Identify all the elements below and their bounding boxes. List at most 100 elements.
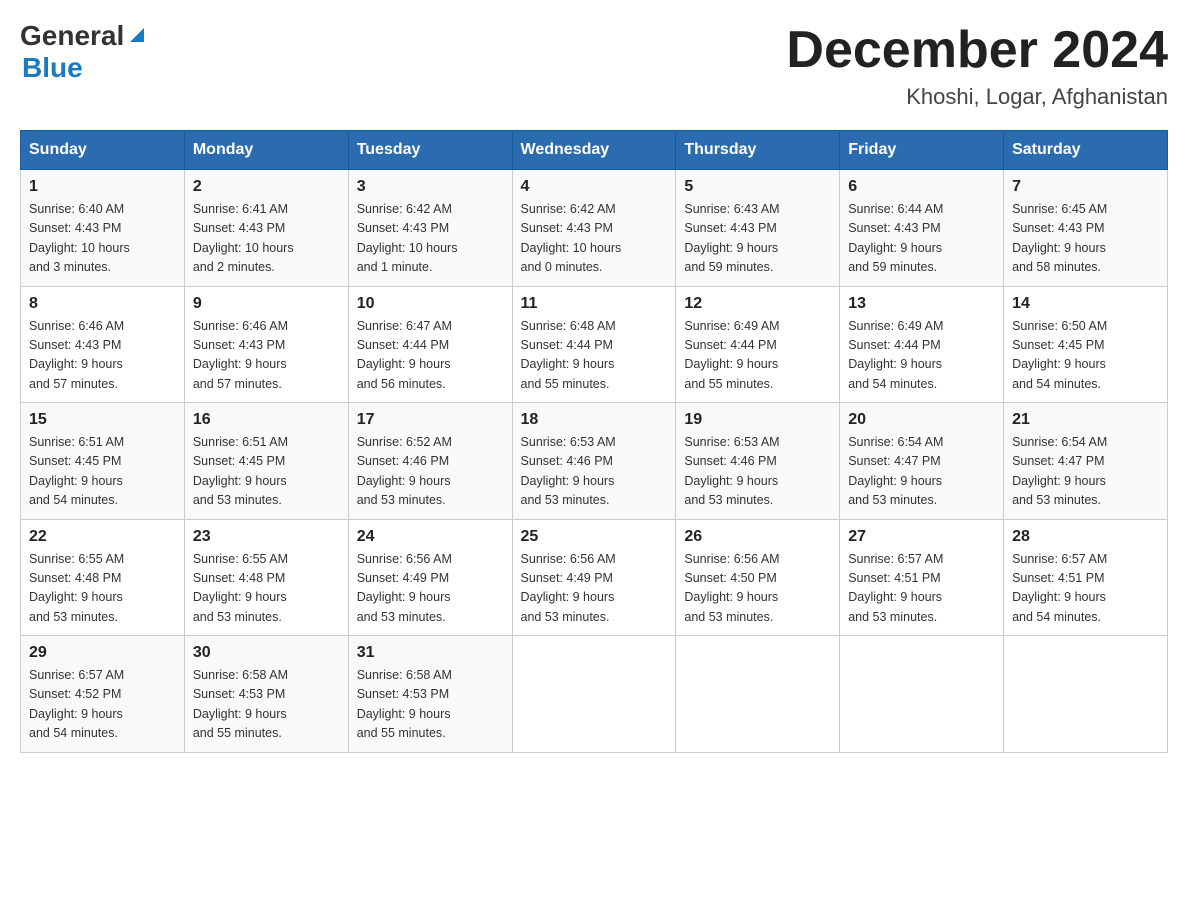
day-number: 23 [193, 528, 340, 546]
col-tuesday: Tuesday [348, 131, 512, 170]
col-thursday: Thursday [676, 131, 840, 170]
table-row: 31 Sunrise: 6:58 AMSunset: 4:53 PMDayligh… [348, 636, 512, 753]
table-row: 3 Sunrise: 6:42 AMSunset: 4:43 PMDaylight… [348, 170, 512, 287]
logo-blue: Blue [22, 52, 83, 83]
table-row: 6 Sunrise: 6:44 AMSunset: 4:43 PMDaylight… [840, 170, 1004, 287]
calendar-week-row: 29 Sunrise: 6:57 AMSunset: 4:52 PMDayligh… [21, 636, 1168, 753]
table-row: 4 Sunrise: 6:42 AMSunset: 4:43 PMDaylight… [512, 170, 676, 287]
day-number: 5 [684, 178, 831, 196]
day-info: Sunrise: 6:50 AMSunset: 4:45 PMDaylight:… [1012, 317, 1159, 395]
table-row: 23 Sunrise: 6:55 AMSunset: 4:48 PMDayligh… [184, 519, 348, 636]
day-number: 29 [29, 644, 176, 662]
day-number: 1 [29, 178, 176, 196]
day-number: 18 [521, 411, 668, 429]
day-info: Sunrise: 6:48 AMSunset: 4:44 PMDaylight:… [521, 317, 668, 395]
table-row: 7 Sunrise: 6:45 AMSunset: 4:43 PMDaylight… [1004, 170, 1168, 287]
day-number: 14 [1012, 295, 1159, 313]
day-number: 9 [193, 295, 340, 313]
day-number: 3 [357, 178, 504, 196]
day-info: Sunrise: 6:40 AMSunset: 4:43 PMDaylight:… [29, 200, 176, 278]
table-row: 20 Sunrise: 6:54 AMSunset: 4:47 PMDayligh… [840, 403, 1004, 520]
day-number: 25 [521, 528, 668, 546]
calendar-table: Sunday Monday Tuesday Wednesday Thursday… [20, 130, 1168, 753]
day-number: 22 [29, 528, 176, 546]
day-number: 10 [357, 295, 504, 313]
day-info: Sunrise: 6:57 AMSunset: 4:51 PMDaylight:… [1012, 550, 1159, 628]
table-row [840, 636, 1004, 753]
table-row: 26 Sunrise: 6:56 AMSunset: 4:50 PMDayligh… [676, 519, 840, 636]
day-number: 6 [848, 178, 995, 196]
day-number: 15 [29, 411, 176, 429]
day-number: 4 [521, 178, 668, 196]
day-number: 28 [1012, 528, 1159, 546]
logo-general: General [20, 20, 124, 52]
logo: General Blue [20, 20, 148, 84]
day-info: Sunrise: 6:58 AMSunset: 4:53 PMDaylight:… [357, 666, 504, 744]
day-info: Sunrise: 6:44 AMSunset: 4:43 PMDaylight:… [848, 200, 995, 278]
day-info: Sunrise: 6:42 AMSunset: 4:43 PMDaylight:… [521, 200, 668, 278]
day-info: Sunrise: 6:55 AMSunset: 4:48 PMDaylight:… [193, 550, 340, 628]
col-wednesday: Wednesday [512, 131, 676, 170]
table-row: 14 Sunrise: 6:50 AMSunset: 4:45 PMDayligh… [1004, 286, 1168, 403]
day-number: 8 [29, 295, 176, 313]
day-number: 26 [684, 528, 831, 546]
day-info: Sunrise: 6:55 AMSunset: 4:48 PMDaylight:… [29, 550, 176, 628]
table-row: 9 Sunrise: 6:46 AMSunset: 4:43 PMDaylight… [184, 286, 348, 403]
day-info: Sunrise: 6:43 AMSunset: 4:43 PMDaylight:… [684, 200, 831, 278]
day-info: Sunrise: 6:49 AMSunset: 4:44 PMDaylight:… [848, 317, 995, 395]
table-row: 15Sunrise: 6:51 AMSunset: 4:45 PMDayligh… [21, 403, 185, 520]
col-friday: Friday [840, 131, 1004, 170]
table-row: 27Sunrise: 6:57 AMSunset: 4:51 PMDayligh… [840, 519, 1004, 636]
day-info: Sunrise: 6:46 AMSunset: 4:43 PMDaylight:… [29, 317, 176, 395]
table-row: 12 Sunrise: 6:49 AMSunset: 4:44 PMDayligh… [676, 286, 840, 403]
day-number: 27 [848, 528, 995, 546]
day-number: 31 [357, 644, 504, 662]
table-row: 19Sunrise: 6:53 AMSunset: 4:46 PMDayligh… [676, 403, 840, 520]
table-row: 10 Sunrise: 6:47 AMSunset: 4:44 PMDayligh… [348, 286, 512, 403]
table-row: 5 Sunrise: 6:43 AMSunset: 4:43 PMDaylight… [676, 170, 840, 287]
month-title: December 2024 [786, 20, 1168, 80]
day-number: 20 [848, 411, 995, 429]
table-row [676, 636, 840, 753]
day-number: 7 [1012, 178, 1159, 196]
day-info: Sunrise: 6:42 AMSunset: 4:43 PMDaylight:… [357, 200, 504, 278]
day-info: Sunrise: 6:57 AMSunset: 4:52 PMDaylight:… [29, 666, 176, 744]
day-info: Sunrise: 6:47 AMSunset: 4:44 PMDaylight:… [357, 317, 504, 395]
table-row: 30Sunrise: 6:58 AMSunset: 4:53 PMDayligh… [184, 636, 348, 753]
calendar-week-row: 15Sunrise: 6:51 AMSunset: 4:45 PMDayligh… [21, 403, 1168, 520]
day-number: 11 [521, 295, 668, 313]
logo-triangle-icon [126, 24, 148, 46]
day-info: Sunrise: 6:46 AMSunset: 4:43 PMDaylight:… [193, 317, 340, 395]
day-info: Sunrise: 6:54 AMSunset: 4:47 PMDaylight:… [848, 433, 995, 511]
col-sunday: Sunday [21, 131, 185, 170]
day-number: 2 [193, 178, 340, 196]
calendar-week-row: 1 Sunrise: 6:40 AMSunset: 4:43 PMDaylight… [21, 170, 1168, 287]
table-row: 28 Sunrise: 6:57 AMSunset: 4:51 PMDayligh… [1004, 519, 1168, 636]
calendar-week-row: 8 Sunrise: 6:46 AMSunset: 4:43 PMDaylight… [21, 286, 1168, 403]
table-row: 17 Sunrise: 6:52 AMSunset: 4:46 PMDayligh… [348, 403, 512, 520]
table-row: 24Sunrise: 6:56 AMSunset: 4:49 PMDayligh… [348, 519, 512, 636]
table-row: 18 Sunrise: 6:53 AMSunset: 4:46 PMDayligh… [512, 403, 676, 520]
day-info: Sunrise: 6:56 AMSunset: 4:50 PMDaylight:… [684, 550, 831, 628]
day-info: Sunrise: 6:53 AMSunset: 4:46 PMDaylight:… [684, 433, 831, 511]
day-info: Sunrise: 6:54 AMSunset: 4:47 PMDaylight:… [1012, 433, 1159, 511]
day-number: 13 [848, 295, 995, 313]
col-saturday: Saturday [1004, 131, 1168, 170]
day-number: 21 [1012, 411, 1159, 429]
day-number: 30 [193, 644, 340, 662]
calendar-header-row: Sunday Monday Tuesday Wednesday Thursday… [21, 131, 1168, 170]
table-row: 16Sunrise: 6:51 AMSunset: 4:45 PMDayligh… [184, 403, 348, 520]
day-info: Sunrise: 6:49 AMSunset: 4:44 PMDaylight:… [684, 317, 831, 395]
day-info: Sunrise: 6:52 AMSunset: 4:46 PMDaylight:… [357, 433, 504, 511]
title-block: December 2024 Khoshi, Logar, Afghanistan [786, 20, 1168, 110]
day-number: 17 [357, 411, 504, 429]
table-row: 11 Sunrise: 6:48 AMSunset: 4:44 PMDayligh… [512, 286, 676, 403]
table-row: 29 Sunrise: 6:57 AMSunset: 4:52 PMDayligh… [21, 636, 185, 753]
day-number: 12 [684, 295, 831, 313]
day-info: Sunrise: 6:45 AMSunset: 4:43 PMDaylight:… [1012, 200, 1159, 278]
day-info: Sunrise: 6:53 AMSunset: 4:46 PMDaylight:… [521, 433, 668, 511]
table-row: 2Sunrise: 6:41 AMSunset: 4:43 PMDaylight… [184, 170, 348, 287]
table-row: 13 Sunrise: 6:49 AMSunset: 4:44 PMDayligh… [840, 286, 1004, 403]
col-monday: Monday [184, 131, 348, 170]
table-row [1004, 636, 1168, 753]
